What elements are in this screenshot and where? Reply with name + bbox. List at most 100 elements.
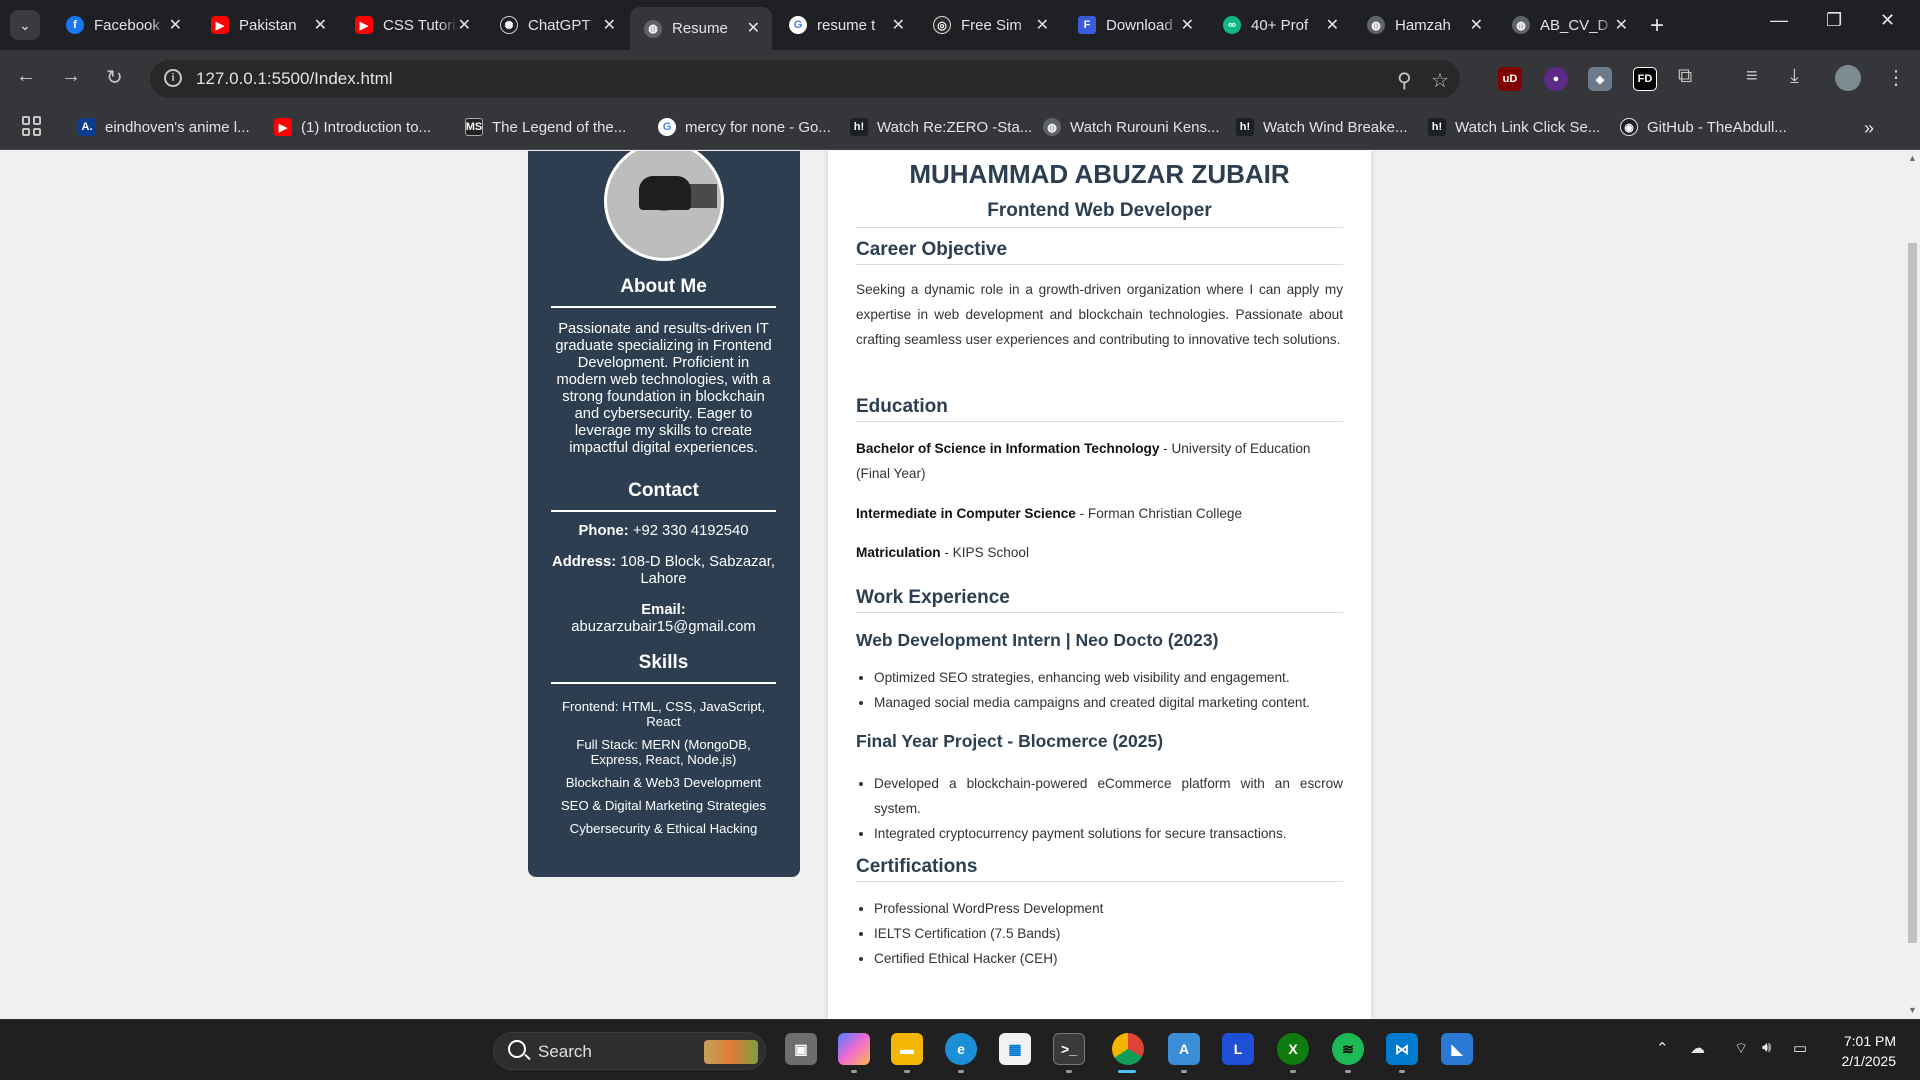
site-info-icon[interactable]: i — [164, 69, 182, 87]
close-tab-icon[interactable]: ✕ — [314, 15, 327, 35]
address-bar[interactable]: i 127.0.0.1:5500/Index.html ⚲ ☆ — [150, 60, 1460, 98]
tab-40-prof[interactable]: ∞ 40+ Prof ✕ — [1209, 8, 1351, 42]
chevron-down-icon: ⌄ — [19, 16, 31, 33]
tab-pakistan[interactable]: ▶ Pakistan ✕ — [197, 8, 339, 42]
apps-grid-icon[interactable] — [22, 116, 42, 136]
spotify-icon[interactable]: ≋ — [1332, 1033, 1364, 1065]
xbox-icon[interactable]: X — [1277, 1033, 1309, 1065]
ms-icon: MS — [465, 118, 483, 136]
onedrive-error-icon[interactable]: ☁ — [1690, 1039, 1705, 1057]
tab-chatgpt[interactable]: ✺ ChatGPT ✕ — [486, 8, 628, 42]
tab-free-sim[interactable]: ◎ Free Sim ✕ — [919, 8, 1061, 42]
scroll-down-arrow-icon[interactable]: ▼ — [1908, 1005, 1917, 1015]
tab-css-tutorial[interactable]: ▶ CSS Tutorial ✕ — [341, 8, 483, 42]
bookmark-item[interactable]: A. eindhoven's anime l... — [78, 118, 250, 136]
bookmark-item[interactable]: ◉ GitHub - TheAbdull... — [1620, 118, 1787, 136]
zoom-icon[interactable]: ⚲ — [1397, 68, 1412, 93]
scroll-up-arrow-icon[interactable]: ▲ — [1908, 153, 1917, 163]
battery-icon[interactable]: ▭ — [1793, 1039, 1807, 1057]
system-clock[interactable]: 7:01 PM 2/1/2025 — [1820, 1031, 1897, 1071]
ublock-icon[interactable]: uD — [1498, 67, 1522, 91]
chrome-icon[interactable] — [1112, 1033, 1144, 1065]
tab-ab-cv[interactable]: ◍ AB_CV_D ✕ — [1498, 8, 1640, 42]
extension-globe-icon[interactable]: ● — [1544, 67, 1568, 91]
close-tab-icon[interactable]: ✕ — [458, 15, 471, 35]
profile-avatar[interactable] — [1835, 65, 1861, 91]
bookmark-item[interactable]: h! Watch Re:ZERO -Sta... — [850, 118, 1032, 136]
education-institution: - KIPS School — [940, 545, 1029, 560]
terminal-icon[interactable]: >_ — [1053, 1033, 1085, 1065]
globe-icon: ◍ — [644, 19, 662, 38]
close-tab-icon[interactable]: ✕ — [1181, 15, 1194, 35]
menu-kebab-icon[interactable]: ⋮ — [1886, 65, 1906, 90]
bookmark-label: The Legend of the... — [492, 118, 627, 136]
bookmark-item[interactable]: MS The Legend of the... — [465, 118, 626, 136]
file-explorer-icon[interactable]: ▬ — [891, 1033, 923, 1065]
tab-resume[interactable]: ◍ Resume ✕ — [630, 7, 772, 50]
infinity-icon: ∞ — [1223, 16, 1241, 34]
task-view-icon[interactable]: ▣ — [785, 1033, 817, 1065]
restore-icon[interactable]: ❐ — [1826, 10, 1842, 31]
resume-main: MUHAMMAD ABUZAR ZUBAIR Frontend Web Deve… — [828, 151, 1371, 1019]
close-tab-icon[interactable]: ✕ — [1470, 15, 1483, 35]
minimize-icon[interactable]: — — [1770, 10, 1788, 31]
bookmark-item[interactable]: G mercy for none - Go... — [658, 118, 831, 136]
download-icon[interactable]: ⤓ — [1790, 65, 1799, 88]
bookmark-item[interactable]: h! Watch Link Click Se... — [1428, 118, 1600, 136]
tab-title: 40+ Prof — [1251, 16, 1309, 34]
more-bookmarks-icon[interactable]: » — [1864, 118, 1874, 139]
url-text[interactable]: 127.0.0.1:5500/Index.html — [196, 69, 393, 89]
copilot-icon[interactable] — [838, 1033, 870, 1065]
reload-icon[interactable]: ↻ — [106, 65, 123, 90]
email-line: Email: abuzarzubair15@gmail.com — [551, 602, 776, 636]
close-tab-icon[interactable]: ✕ — [747, 18, 760, 38]
skill-item: Full Stack: MERN (MongoDB, Express, Reac… — [576, 737, 751, 767]
close-tab-icon[interactable]: ✕ — [1036, 15, 1049, 35]
bookmark-item[interactable]: h! Watch Wind Breake... — [1236, 118, 1408, 136]
close-tab-icon[interactable]: ✕ — [1615, 15, 1628, 35]
close-window-icon[interactable]: ✕ — [1880, 10, 1895, 31]
tab-title: Hamzah — [1395, 16, 1451, 34]
tab-search-button[interactable]: ⌄ — [10, 10, 40, 40]
divider — [856, 612, 1343, 613]
page-scrollbar[interactable]: ▲ ▼ — [1905, 151, 1920, 1019]
bookmark-star-icon[interactable]: ☆ — [1431, 68, 1449, 93]
new-tab-button[interactable]: + — [1650, 12, 1664, 40]
volume-icon[interactable]: 🔊︎ — [1762, 1039, 1771, 1056]
bookmark-item[interactable]: ▶ (1) Introduction to... — [274, 118, 431, 136]
vscode-icon[interactable]: ⋈ — [1386, 1033, 1418, 1065]
bookmark-item[interactable]: ◍ Watch Rurouni Kens... — [1043, 118, 1220, 136]
extensions-puzzle-icon[interactable]: ⧉ — [1678, 65, 1692, 88]
windows-start-icon[interactable] — [446, 1033, 476, 1063]
close-tab-icon[interactable]: ✕ — [603, 15, 616, 35]
free-sim-icon: ◎ — [933, 16, 951, 34]
scrollbar-thumb[interactable] — [1908, 243, 1917, 943]
azure-icon[interactable]: ◣ — [1441, 1033, 1473, 1065]
project-point: Integrated cryptocurrency payment soluti… — [874, 821, 1343, 846]
bookmark-label: Watch Wind Breake... — [1263, 118, 1408, 136]
tab-download[interactable]: F Download ✕ — [1064, 8, 1206, 42]
media-control-icon[interactable]: ≡ — [1746, 65, 1758, 88]
wifi-icon[interactable]: ⌔ — [1734, 1039, 1748, 1058]
taskbar-search[interactable]: Search — [493, 1032, 766, 1070]
visual-studio-installer-icon[interactable]: A — [1168, 1033, 1200, 1065]
divider — [856, 881, 1343, 882]
back-icon[interactable]: ← — [16, 65, 36, 88]
edge-icon[interactable]: e — [945, 1033, 977, 1065]
facebook-icon: f — [66, 16, 84, 34]
l-app-icon[interactable]: L — [1222, 1033, 1254, 1065]
forward-icon[interactable]: → — [61, 65, 81, 88]
tab-hamzah[interactable]: ◍ Hamzah ✕ — [1353, 8, 1495, 42]
store-icon[interactable]: ▦ — [999, 1033, 1031, 1065]
close-tab-icon[interactable]: ✕ — [169, 15, 182, 35]
education-degree: Intermediate in Computer Science — [856, 506, 1076, 521]
close-tab-icon[interactable]: ✕ — [892, 15, 905, 35]
shield-extension-icon[interactable]: ◈ — [1588, 67, 1612, 91]
show-hidden-icons-chevron-icon[interactable]: ⌃ — [1656, 1039, 1669, 1057]
fd-extension-icon[interactable]: FD — [1633, 67, 1657, 91]
close-tab-icon[interactable]: ✕ — [1326, 15, 1339, 35]
project-title: Final Year Project - Blocmerce (2025) — [856, 731, 1164, 751]
tab-resume-search[interactable]: G resume t ✕ — [775, 8, 917, 42]
tab-title: resume t — [817, 16, 876, 34]
tab-facebook[interactable]: f Facebook ✕ — [52, 8, 194, 42]
